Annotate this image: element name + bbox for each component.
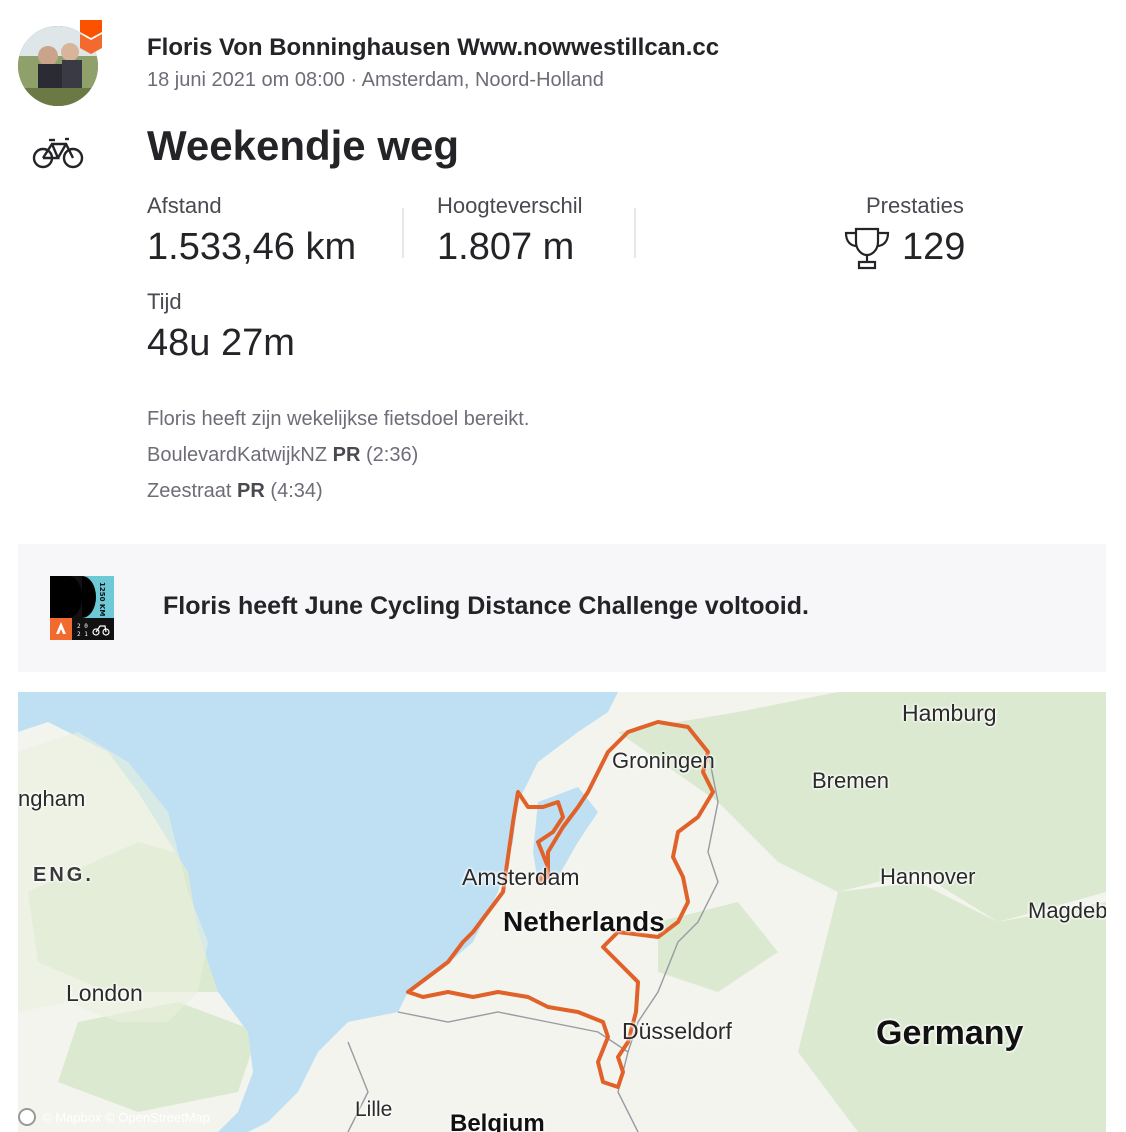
map-label-lille: Lille [355,1098,393,1121]
svg-text:2 0: 2 0 [77,623,88,630]
distance-value: 1.533,46 km [147,226,357,268]
activity-title[interactable]: Weekendje weg [147,122,459,170]
segment-time: (2:36) [366,444,419,466]
map-attribution[interactable]: © Mapbox © OpenStreetMap [18,1108,210,1126]
map-label-magdeburg: Magdeb [1028,898,1106,923]
map-label-amsterdam: Amsterdam [462,864,580,890]
map-label-hamburg: Hamburg [902,700,997,726]
challenge-badge-icon[interactable]: 2 0 2 1 1250 KM [50,576,114,640]
map-label-netherlands: Netherlands [503,906,665,937]
time-value: 48u 27m [147,322,295,364]
challenge-card[interactable]: 2 0 2 1 1250 KM Floris heeft June Cyclin… [18,544,1106,672]
route-map[interactable]: Hamburg Groningen Bremen ngham ENG. Amst… [18,692,1106,1132]
challenge-badge-distance: 1250 KM [98,582,106,616]
map-label-bremen: Bremen [812,768,890,793]
map-label-england: ENG. [33,864,94,886]
map-label-belgium: Belgium [450,1110,545,1132]
map-label-nottingham: ngham [18,786,86,811]
achievements-value: 129 [902,226,966,268]
pr-badge: PR [237,480,265,502]
segment-name[interactable]: BoulevardKatwijkNZ [147,444,327,466]
pr-badge: PR [332,444,361,466]
subscriber-badge-icon [80,20,102,54]
segment-pr-row[interactable]: BoulevardKatwijkNZ PR (2:36) [147,444,418,467]
challenge-text[interactable]: Floris heeft June Cycling Distance Chall… [163,592,809,621]
map-label-germany: Germany [876,1014,1024,1052]
time-label: Tijd [147,289,182,314]
map-attribution-text[interactable]: © Mapbox © OpenStreetMap [42,1110,210,1125]
distance-label: Afstand [147,193,222,218]
map-label-groningen: Groningen [612,748,715,773]
mapbox-logo-icon[interactable] [18,1108,36,1126]
weekly-goal-text: Floris heeft zijn wekelijkse fietsdoel b… [147,408,530,430]
svg-text:2 1: 2 1 [77,631,88,638]
athlete-name[interactable]: Floris Von Bonninghausen Www.nowwestillc… [147,34,719,62]
map-label-hannover: Hannover [880,864,976,889]
stat-divider [402,208,404,258]
stat-divider [634,208,636,258]
trophy-icon [844,227,890,270]
segment-pr-row[interactable]: Zeestraat PR (4:34) [147,480,323,503]
elevation-label: Hoogteverschil [437,193,583,218]
achievements-label: Prestaties [866,193,964,218]
map-label-dusseldorf: Düsseldorf [622,1018,732,1044]
segment-name[interactable]: Zeestraat [147,480,231,502]
segment-time: (4:34) [270,480,323,502]
bicycle-icon [32,137,84,169]
map-label-london: London [66,980,143,1006]
activity-date-location: 18 juni 2021 om 08:00 · Amsterdam, Noord… [147,69,604,91]
elevation-value: 1.807 m [437,226,575,268]
